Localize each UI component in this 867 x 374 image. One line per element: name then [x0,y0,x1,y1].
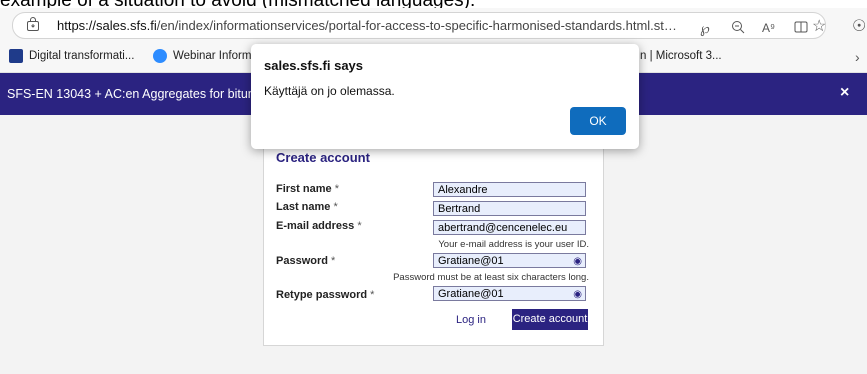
first-name-field[interactable]: Alexandre [433,182,586,197]
show-retype-password-icon[interactable]: ◉ [573,287,582,302]
bookmark-digital-transformation[interactable]: Digital transformati... [9,49,134,63]
immersive-reader-icon[interactable]: A⁹ [762,20,775,36]
caption-text: example of a situation to avoid (mismatc… [0,0,867,8]
email-hint: Your e-mail address is your user ID. [438,239,589,250]
split-screen-icon[interactable] [794,20,808,37]
zoom-logo-icon [153,49,167,63]
dialog-message: Käyttäjä on jo olemassa. [264,84,395,98]
retype-password-field[interactable]: Gratiane@01 ◉ [433,286,586,301]
password-hint: Password must be at least six characters… [393,272,589,283]
first-name-label: First name * [276,183,339,195]
show-password-icon[interactable]: ◉ [573,254,582,269]
login-link[interactable]: Log in [456,314,486,326]
page-info-icon[interactable] [25,17,41,36]
form-title: Create account [276,150,370,165]
dialog-title: sales.sfs.fi says [264,58,364,73]
close-icon[interactable]: × [840,84,849,102]
password-label: Password * [276,255,336,267]
last-name-label: Last name * [276,201,338,213]
create-account-form: Create account First name * Alexandre La… [263,137,604,346]
url-text[interactable]: https://sales.sfs.fi/en/index/informatio… [57,17,681,34]
extensions-icon[interactable]: ☉ [852,19,866,35]
alert-dialog: sales.sfs.fi says Käyttäjä on jo olemass… [251,44,639,149]
zoom-icon[interactable] [731,20,745,37]
bookmark-webinar[interactable]: Webinar Informat [153,49,261,63]
bookmarks-more-icon[interactable]: › [855,49,860,65]
bookmark-microsoft[interactable]: n | Microsoft 3... [640,49,722,63]
iec-logo-icon [9,49,23,63]
read-aloud-icon[interactable]: ℘ [700,20,710,36]
retype-password-label: Retype password * [276,289,375,301]
address-bar-area: https://sales.sfs.fi/en/index/informatio… [0,8,867,42]
email-label: E-mail address * [276,220,362,232]
email-field[interactable]: abertrand@cencenelec.eu [433,220,586,235]
favorite-star-icon[interactable]: ☆ [812,19,826,35]
ok-button[interactable]: OK [570,107,626,135]
password-field[interactable]: Gratiane@01 ◉ [433,253,586,268]
last-name-field[interactable]: Bertrand [433,201,586,216]
create-account-button[interactable]: Create account [512,309,588,330]
banner-title: SFS-EN 13043 + AC:en Aggregates for bitu… [7,87,282,101]
